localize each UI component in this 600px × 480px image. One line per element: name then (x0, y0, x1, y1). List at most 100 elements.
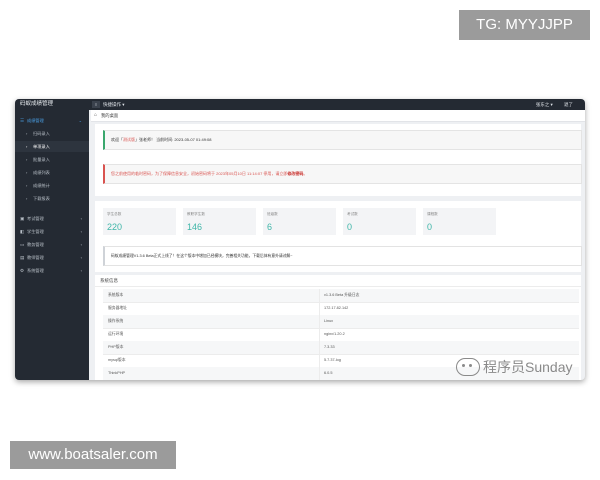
sidebar-subitem-label: 扫码录入 (33, 131, 50, 136)
alerts-panel: 欢迎「测试版」张老师！ 当前时间: 2023-05-07 01:49:08 您之… (95, 124, 582, 196)
chevron-right-icon: › (26, 196, 28, 201)
security-alert: 您之前使用的临时密码，为了保障信息安全，初始密码将于 2023年05月10日 1… (103, 164, 582, 184)
chevron-down-icon: ⌄ (78, 118, 82, 123)
stat-card-classes: 班级数 6 (263, 208, 336, 235)
stat-label: 学生总数 (107, 212, 122, 216)
exit-button[interactable]: 退了 (564, 102, 573, 107)
chevron-left-icon: ‹ (80, 255, 82, 260)
chevron-left-icon: ‹ (80, 216, 82, 221)
table-row: 操作系统 Linux (103, 315, 579, 329)
breadcrumb-desktop[interactable]: 我的桌面 (101, 110, 118, 121)
cell-separator (319, 328, 320, 341)
cell-separator (319, 289, 320, 302)
sidebar-subitem-stats[interactable]: › 成绩统计 (15, 180, 89, 191)
stat-label: 课程数 (427, 212, 438, 216)
security-text: 您之前使用的临时密码，为了保障信息安全，初始密码将于 2023年05月10日 1… (111, 165, 307, 183)
chevron-right-icon: › (26, 144, 28, 149)
menu-toggle-icon[interactable]: ≡ (92, 101, 100, 108)
cell-separator (319, 367, 320, 380)
row-key: 操作系统 (108, 319, 124, 323)
row-key: 系统版本 (108, 293, 124, 297)
table-row: 系统版本 v1.3.6 Beta 升级日志 (103, 289, 579, 303)
stat-card-students: 学生总数 220 (103, 208, 176, 235)
chevron-right-icon: › (26, 183, 28, 188)
sidebar-subitem-label: 成绩列表 (33, 170, 50, 175)
welcome-name: 测试版 (123, 137, 135, 142)
user-menu[interactable]: 张东之 ▾ (536, 102, 553, 107)
sidebar-subitem-batch[interactable]: › 批量录入 (15, 154, 89, 165)
release-notice-text: 码蚁成绩管理V1.3.6 Beta正式上线了！在这个版本中增加已经模块，完善相关… (111, 254, 293, 258)
change-password-link[interactable]: 修改密码 (287, 171, 303, 176)
sidebar-item-label: 考试管理 (27, 216, 44, 221)
quick-actions-menu[interactable]: 快捷操作 ▾ (103, 99, 125, 110)
stat-label: 教职学生数 (187, 212, 205, 216)
watermark-text: 程序员Sunday (483, 359, 573, 375)
stat-card-exams: 考试数 0 (343, 208, 416, 235)
stats-panel: 学生总数 220 教职学生数 146 班级数 6 考试数 0 课程数 0 (95, 201, 581, 241)
wechat-icon (456, 358, 480, 376)
app-window: 码蚁成绩管理 ≡ 快捷操作 ▾ 张东之 ▾ 退了 ☰ 成绩管理 ⌄ › 扫码录入… (15, 99, 585, 380)
breadcrumb: ⌂ 我的桌面 (91, 110, 585, 122)
home-icon: ⌂ (94, 112, 98, 118)
system-info-title: 系统信息 (100, 278, 118, 283)
stat-card-courses: 课程数 0 (423, 208, 496, 235)
telegram-badge: TG: MYYJJPP (459, 10, 590, 40)
row-key: PHP版本 (108, 345, 124, 349)
sidebar-item-label: 学生管理 (27, 229, 44, 234)
sidebar-item-system[interactable]: ⚙ 系统管理 ‹ (15, 265, 89, 276)
watermark: 程序员Sunday (456, 357, 572, 377)
table-row: 运行环境 nginx/1.20.2 (103, 328, 579, 342)
stat-value: 6 (267, 222, 273, 232)
sidebar-subitem-list[interactable]: › 成绩列表 (15, 167, 89, 178)
sidebar-subitem-label: 批量录入 (33, 157, 50, 162)
welcome-suffix: 」张老师！ 当前时间: 2023-05-07 01:49:08 (135, 137, 212, 142)
sidebar-item-label: 教师管理 (27, 255, 44, 260)
chevron-right-icon: › (26, 170, 28, 175)
sidebar-item-label: 教务管理 (27, 242, 44, 247)
sidebar-subitem-scan[interactable]: › 扫码录入 (15, 128, 89, 139)
welcome-prefix: 欢迎「 (111, 137, 123, 142)
gear-icon: ⚙ (20, 268, 25, 273)
sidebar-subitem-label: 成绩统计 (33, 183, 50, 188)
app-title: 码蚁成绩管理 (20, 101, 54, 107)
site-url-badge: www.boatsaler.com (10, 441, 176, 469)
row-value: nginx/1.20.2 (324, 332, 345, 336)
welcome-text: 欢迎「测试版」张老师！ 当前时间: 2023-05-07 01:49:08 (111, 131, 211, 149)
row-value: 5.7.37-log (324, 358, 341, 362)
sidebar-subitem-single[interactable]: › 单项录入 (15, 141, 89, 152)
sidebar-item-grades[interactable]: ☰ 成绩管理 ⌄ (15, 115, 89, 126)
stat-label: 考试数 (347, 212, 358, 216)
notice-panel: 码蚁成绩管理V1.3.6 Beta正式上线了！在这个版本中增加已经模块，完善相关… (95, 237, 582, 272)
list-icon: ☰ (20, 118, 25, 123)
row-key: 服务器地址 (108, 306, 127, 310)
stat-value: 0 (347, 222, 353, 232)
stat-value: 146 (187, 222, 203, 232)
cell-separator (319, 341, 320, 354)
chevron-left-icon: ‹ (80, 268, 82, 273)
teacher-icon: ▤ (20, 255, 25, 260)
row-value: 6.0.5 (324, 371, 333, 375)
chevron-left-icon: ‹ (80, 229, 82, 234)
main-content: ⌂ 我的桌面 欢迎「测试版」张老师！ 当前时间: 2023-05-07 01:4… (91, 110, 585, 380)
row-value: 7.3.33 (324, 345, 335, 349)
chevron-right-icon: › (26, 157, 28, 162)
row-key: mysql版本 (108, 358, 126, 362)
stat-value: 220 (107, 222, 123, 232)
sidebar-item-exams[interactable]: ▣ 考试管理 ‹ (15, 213, 89, 224)
sidebar-subitem-label: 下载报表 (33, 196, 50, 201)
row-key: ThinkPHP (108, 371, 126, 375)
sidebar: ☰ 成绩管理 ⌄ › 扫码录入 › 单项录入 › 批量录入 › 成绩列表 › 成… (15, 110, 89, 380)
sidebar-item-students[interactable]: ◧ 学生管理 ‹ (15, 226, 89, 237)
row-value: Linux (324, 319, 334, 323)
top-right: 张东之 ▾ 退了 (526, 99, 573, 110)
sidebar-subitem-label: 单项录入 (33, 144, 50, 149)
table-row: PHP版本 7.3.33 (103, 341, 579, 355)
cell-separator (319, 302, 320, 315)
sidebar-subitem-download[interactable]: › 下载报表 (15, 193, 89, 204)
security-end: 。 (303, 171, 308, 176)
release-notice: 码蚁成绩管理V1.3.6 Beta正式上线了！在这个版本中增加已经模块，完善相关… (103, 246, 582, 266)
monitor-icon: ▭ (20, 242, 25, 247)
sidebar-item-teachers[interactable]: ▤ 教师管理 ‹ (15, 252, 89, 263)
sidebar-item-academic[interactable]: ▭ 教务管理 ‹ (15, 239, 89, 250)
cell-separator (319, 315, 320, 328)
